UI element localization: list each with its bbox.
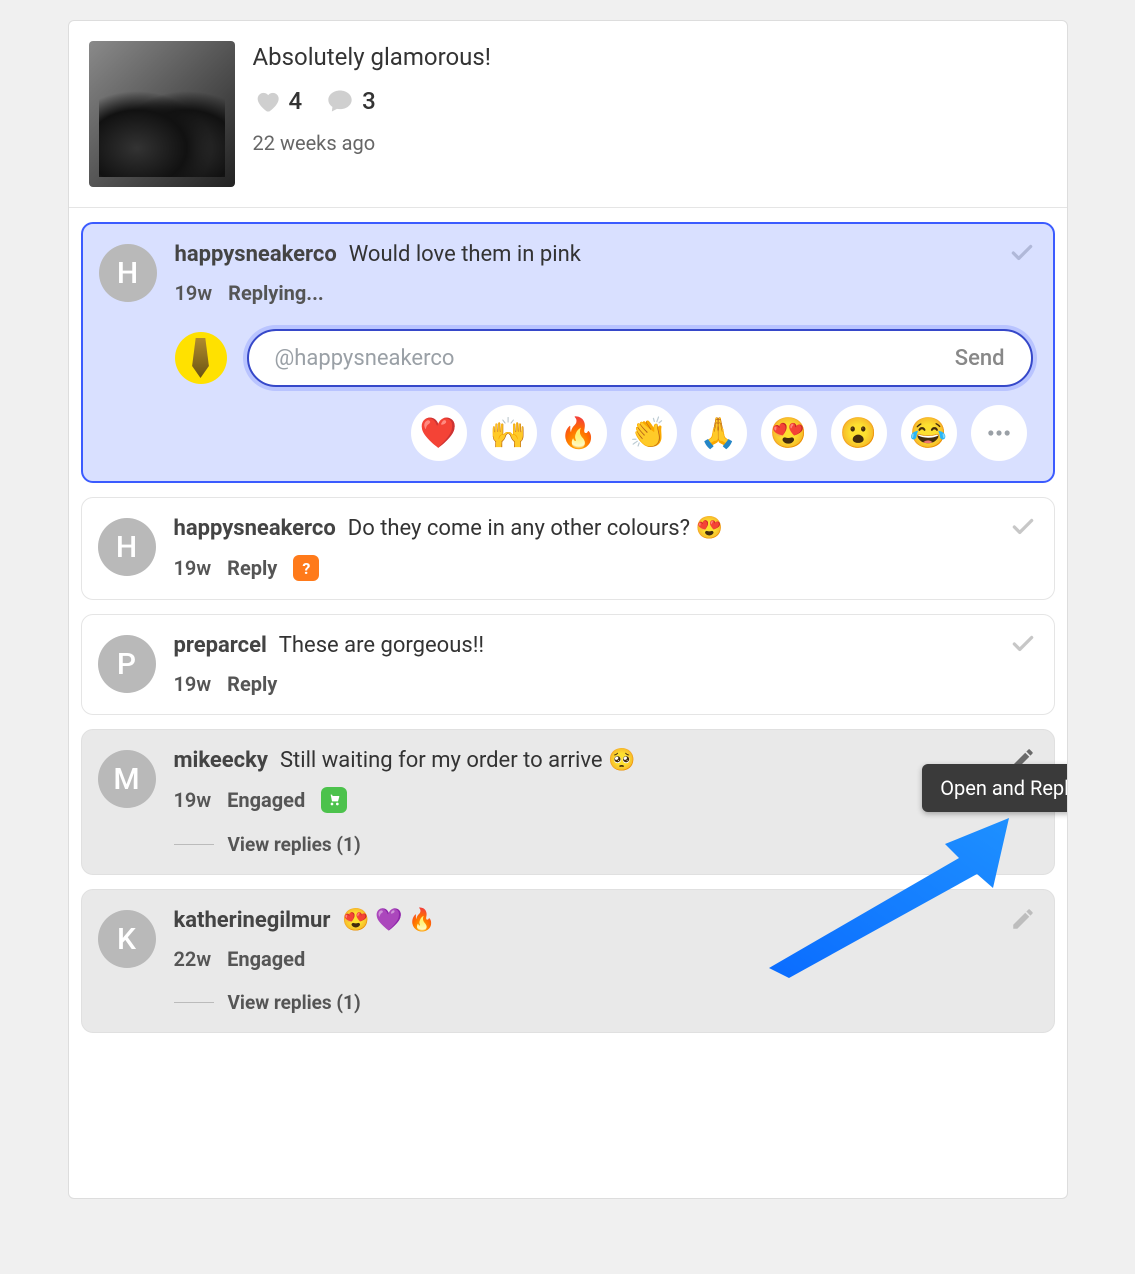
comment-age: 19w bbox=[175, 281, 213, 305]
comment-card[interactable]: H happysneakerco Would love them in pink… bbox=[81, 222, 1055, 483]
view-replies-button[interactable]: View replies (1) bbox=[174, 833, 1034, 856]
comments-stat[interactable]: 3 bbox=[326, 87, 376, 115]
reply-compose: @happysneakerco Send bbox=[175, 329, 1033, 387]
avatar[interactable]: M bbox=[98, 750, 156, 808]
open-and-reply-tooltip: Open and Reply bbox=[922, 764, 1066, 812]
reply-input[interactable] bbox=[460, 345, 954, 371]
view-replies-label: View replies (1) bbox=[228, 991, 361, 1014]
view-replies-button[interactable]: View replies (1) bbox=[174, 991, 1034, 1014]
emoji-heart[interactable]: ❤️ bbox=[411, 405, 467, 461]
comment-text: Do they come in any other colours? 😍 bbox=[348, 516, 723, 541]
avatar[interactable]: H bbox=[98, 518, 156, 576]
emoji-more-button[interactable] bbox=[971, 405, 1027, 461]
post-header: Absolutely glamorous! 4 3 22 weeks ago bbox=[69, 21, 1067, 208]
dash-icon bbox=[174, 1002, 214, 1003]
emoji-pray[interactable]: 🙏 bbox=[691, 405, 747, 461]
avatar[interactable]: H bbox=[99, 244, 157, 302]
comment-username[interactable]: katherinegilmur bbox=[174, 908, 331, 933]
comments-list[interactable]: H happysneakerco Would love them in pink… bbox=[69, 208, 1067, 1198]
check-icon[interactable] bbox=[1010, 514, 1036, 540]
cart-tag-icon[interactable] bbox=[321, 787, 347, 813]
reply-button[interactable]: Reply bbox=[227, 556, 277, 580]
avatar[interactable]: K bbox=[98, 910, 156, 968]
emoji-heart-eyes[interactable]: 😍 bbox=[761, 405, 817, 461]
comment-age: 19w bbox=[174, 556, 212, 580]
emoji-clap[interactable]: 👏 bbox=[621, 405, 677, 461]
post-info: Absolutely glamorous! 4 3 22 weeks ago bbox=[253, 41, 492, 187]
emoji-joy[interactable]: 😂 bbox=[901, 405, 957, 461]
post-age: 22 weeks ago bbox=[253, 131, 492, 155]
comment-username[interactable]: happysneakerco bbox=[174, 516, 336, 541]
comment-username[interactable]: preparcel bbox=[174, 633, 267, 658]
send-button[interactable]: Send bbox=[955, 346, 1005, 371]
comment-status[interactable]: Replying... bbox=[228, 281, 324, 305]
check-icon[interactable] bbox=[1010, 631, 1036, 657]
comments-count: 3 bbox=[362, 87, 376, 115]
reply-input-pill[interactable]: @happysneakerco Send bbox=[247, 329, 1033, 387]
comment-username[interactable]: happysneakerco bbox=[175, 242, 337, 267]
comment-card[interactable]: K katherinegilmur 😍 💜 🔥 22w Engaged View… bbox=[81, 889, 1055, 1033]
post-panel: Absolutely glamorous! 4 3 22 weeks ago bbox=[68, 20, 1068, 1199]
comment-age: 19w bbox=[174, 672, 212, 696]
dash-icon bbox=[174, 844, 214, 845]
avatar[interactable]: P bbox=[98, 635, 156, 693]
post-stats: 4 3 bbox=[253, 87, 492, 115]
comment-age: 22w bbox=[174, 947, 212, 971]
post-caption: Absolutely glamorous! bbox=[253, 43, 492, 71]
comment-card[interactable]: M mikeecky Still waiting for my order to… bbox=[81, 729, 1055, 875]
compose-avatar[interactable] bbox=[175, 332, 227, 384]
comment-username[interactable]: mikeecky bbox=[174, 748, 268, 773]
edit-reply-button[interactable] bbox=[1010, 906, 1036, 932]
mention-prefill: @happysneakerco bbox=[275, 346, 455, 371]
comment-text: These are gorgeous!! bbox=[279, 633, 484, 658]
comment-age: 19w bbox=[174, 788, 212, 812]
tooltip-label: Open and Reply bbox=[940, 776, 1066, 800]
comment-text: Would love them in pink bbox=[349, 242, 581, 267]
emoji-wow[interactable]: 😮 bbox=[831, 405, 887, 461]
heart-icon bbox=[253, 87, 281, 115]
emoji-raised-hands[interactable]: 🙌 bbox=[481, 405, 537, 461]
likes-stat[interactable]: 4 bbox=[253, 87, 303, 115]
comment-status: Engaged bbox=[227, 788, 305, 812]
reply-button[interactable]: Reply bbox=[227, 672, 277, 696]
check-icon[interactable] bbox=[1009, 240, 1035, 266]
question-tag-icon[interactable]: ? bbox=[293, 555, 319, 581]
emoji-row: ❤️ 🙌 🔥 👏 🙏 😍 😮 😂 bbox=[99, 405, 1033, 461]
post-thumbnail[interactable] bbox=[89, 41, 235, 187]
likes-count: 4 bbox=[289, 87, 303, 115]
emoji-fire[interactable]: 🔥 bbox=[551, 405, 607, 461]
comment-text: 😍 💜 🔥 bbox=[342, 908, 435, 933]
comment-icon bbox=[326, 87, 354, 115]
comment-card[interactable]: H happysneakerco Do they come in any oth… bbox=[81, 497, 1055, 600]
comment-text: Still waiting for my order to arrive 🥺 bbox=[280, 748, 635, 773]
comment-card[interactable]: P preparcel These are gorgeous!! 19w Rep… bbox=[81, 614, 1055, 715]
view-replies-label: View replies (1) bbox=[228, 833, 361, 856]
comment-status: Engaged bbox=[227, 947, 305, 971]
